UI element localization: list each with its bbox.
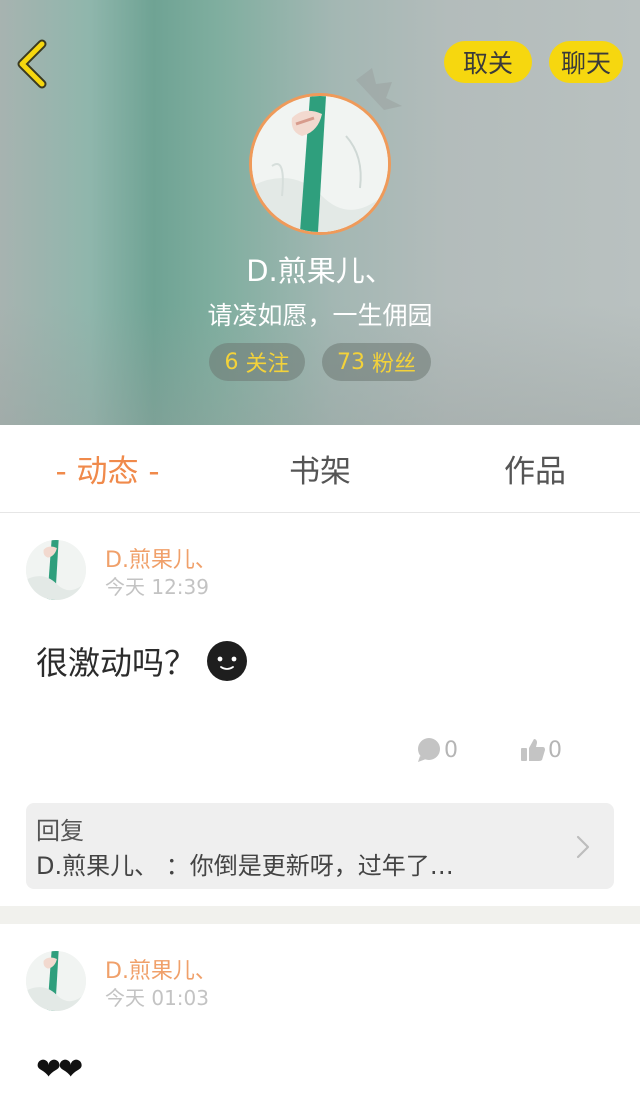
unfollow-button[interactable]: 取关 [444,41,532,83]
fans-count: 73 [336,349,365,375]
post-author-name[interactable]: D.煎果儿、 [105,953,217,985]
like-button[interactable]: 0 [520,737,562,763]
following-label: 关注 [245,352,290,377]
post-author-name[interactable]: D.煎果儿、 [105,542,217,574]
tab-feed[interactable]: - 动态 - [30,425,185,512]
tab-works[interactable]: 作品 [455,425,615,512]
profile-tabs: - 动态 - 书架 作品 [0,425,640,513]
post-actions: 0 0 [416,735,562,765]
post-content[interactable]: ❤❤ [36,1052,83,1087]
profile-username: D.煎果儿、 [246,254,394,288]
back-button[interactable] [10,36,60,92]
feed-post: D.煎果儿、 今天 12:39 很激动吗？ 0 0 回复 D.煎果儿、 ：你倒是… [0,513,640,906]
tab-bookshelf[interactable]: 书架 [240,425,400,512]
comment-bubble-icon [418,738,440,762]
comment-count: 0 [444,737,458,763]
following-count-button[interactable]: 6 关注 [209,343,305,381]
chevron-right-icon [576,835,590,859]
smiley-face-icon [207,641,248,681]
thumbs-up-icon [521,739,545,761]
profile-header: 取关 聊天 D.煎果儿、 请凌如愿，一生佣园 6 关注 73 粉丝 [0,0,640,425]
profile-signature: 请凌如愿，一生佣园 [207,301,433,330]
reply-label: 回复 [36,817,84,845]
reply-preview[interactable]: 回复 D.煎果儿、 ：你倒是更新呀，过年了… [26,803,614,889]
post-timestamp: 今天 12:39 [105,575,209,599]
avatar-illustration [252,96,388,232]
fans-label: 粉丝 [371,352,416,377]
post-text: 很激动吗？ [36,644,197,682]
avatar-illustration [26,540,86,600]
chevron-left-icon [17,39,47,89]
chat-button[interactable]: 聊天 [549,41,623,83]
avatar-illustration [26,951,86,1011]
post-author-avatar[interactable] [26,540,86,600]
post-author-avatar[interactable] [26,951,86,1011]
post-divider [0,906,640,924]
following-count: 6 [224,349,239,375]
comment-button[interactable]: 0 [416,737,458,763]
like-count: 0 [548,737,562,763]
post-timestamp: 今天 01:03 [105,986,209,1010]
post-content[interactable]: 很激动吗？ [36,640,248,682]
reply-text: D.煎果儿、 ：你倒是更新呀，过年了… [36,852,454,880]
profile-avatar[interactable] [249,93,391,235]
fans-count-button[interactable]: 73 粉丝 [322,343,431,381]
feed-post: D.煎果儿、 今天 01:03 ❤❤ [0,924,640,1097]
